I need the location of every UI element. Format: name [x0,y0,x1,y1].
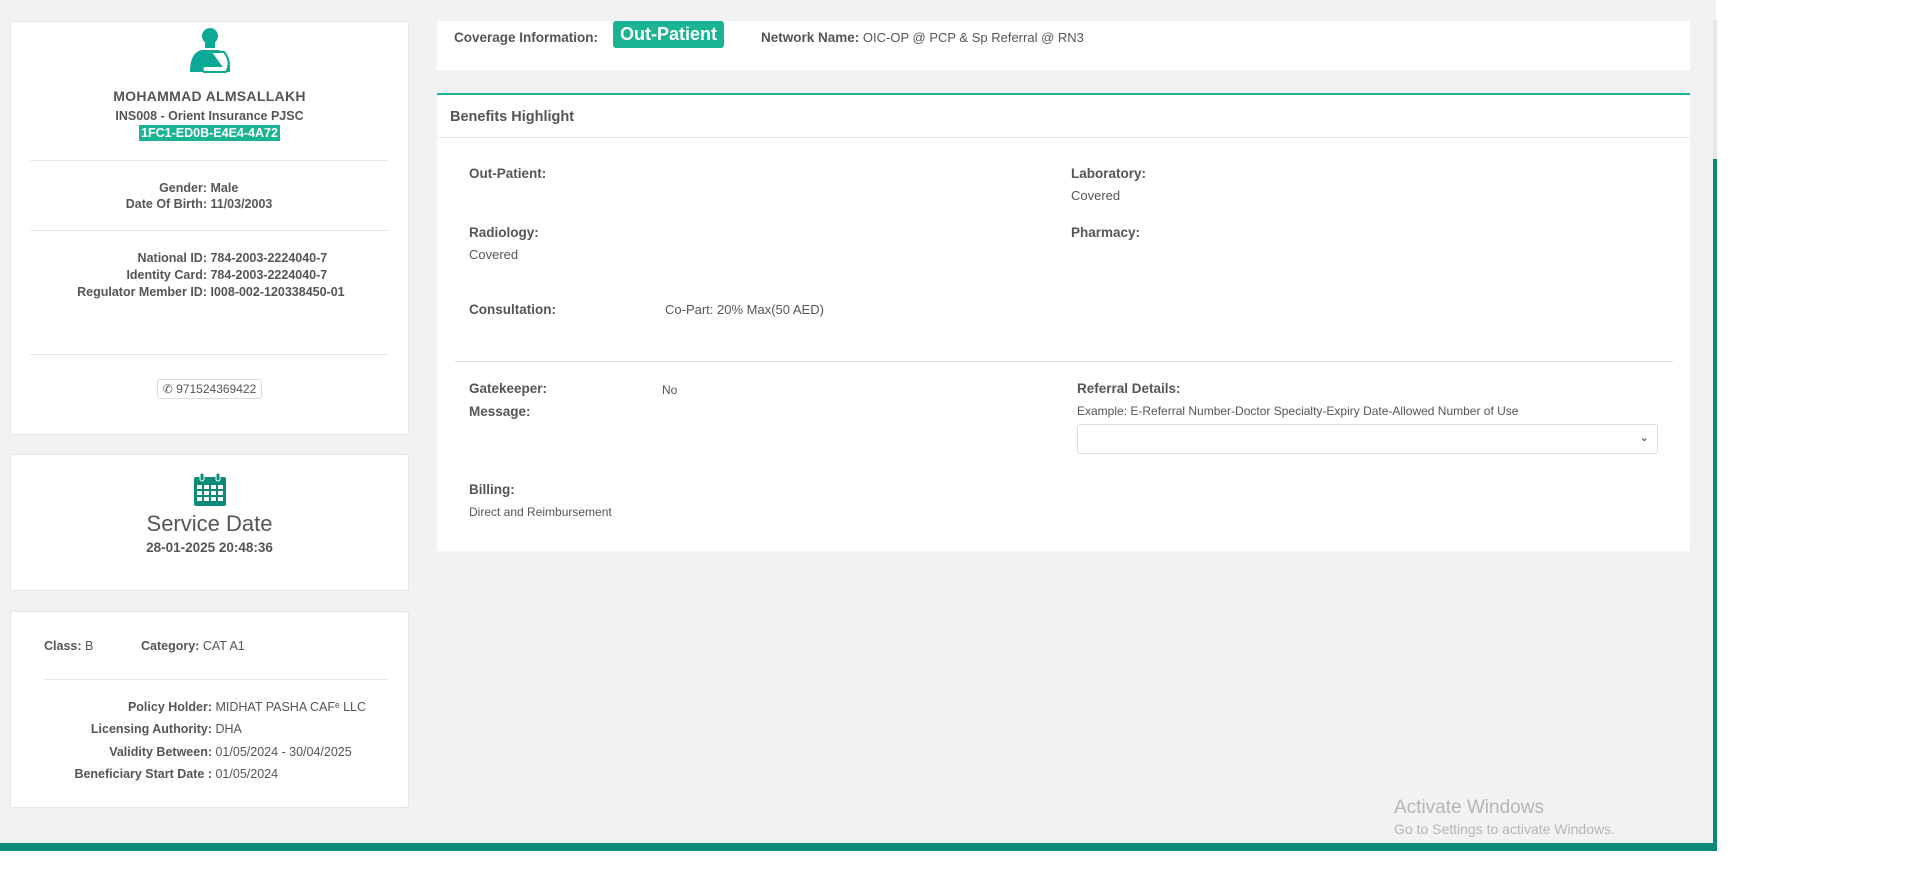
benefits-title: Benefits Highlight [450,109,575,125]
divider [437,137,1690,138]
class-label: Class: [44,639,82,653]
message-label: Message: [469,404,531,419]
radiology-value: Covered [469,247,519,262]
gatekeeper-value: No [662,383,678,397]
regulator-id-label: Regulator Member ID: [77,285,207,299]
consultation-value: Co-Part: 20% Max(50 AED) [665,302,824,317]
activate-windows-title: Activate Windows [1394,797,1544,818]
licensing-authority-label: Licensing Authority: [90,722,212,736]
national-id-value: 784-2003-2224040-7 [210,251,328,265]
dob-label: Date Of Birth: [125,197,207,211]
referral-select[interactable]: ⌄ [1077,424,1658,454]
gatekeeper-label: Gatekeeper: [469,381,548,396]
policy-card: Class: B Category: CAT A1 Policy Holder:… [10,611,409,808]
national-id-label: National ID: [137,251,207,265]
network-name-label: Network Name: [761,30,860,45]
referral-details-label: Referral Details: [1077,381,1181,396]
divider [30,354,389,355]
consultation-label: Consultation: [469,302,556,317]
billing-value: Direct and Reimbursement [469,505,612,519]
divider [43,679,389,680]
class-value: B [85,639,94,653]
divider [30,230,389,231]
coverage-type-badge: Out-Patient [613,21,724,48]
dob-value: 11/03/2003 [210,197,273,211]
beneficiary-start-label: Beneficiary Start Date : [74,767,212,781]
scrollbar-thumb[interactable] [1713,159,1717,851]
policy-holder-value: MIDHAT PASHA CAFᵉ LLC [215,700,366,714]
pharmacy-label: Pharmacy: [1071,225,1141,240]
category-label: Category: [141,639,200,653]
benefits-card: Benefits Highlight Out-Patient: Laborato… [437,93,1690,551]
category-value: CAT A1 [202,639,245,653]
divider [30,160,389,161]
patient-avatar-icon [186,26,236,79]
service-date-title: Service Date [146,511,273,536]
licensing-authority-value: DHA [215,722,242,736]
identity-card-label: Identity Card: [126,268,207,282]
laboratory-value: Covered [1071,188,1121,203]
phone-badge[interactable]: ✆ 971524369422 [156,379,263,399]
gender-label: Gender: [159,181,207,195]
activate-windows-subtitle: Go to Settings to activate Windows. [1394,821,1615,837]
insurer: INS008 - Orient Insurance PJSC [115,109,304,123]
gender-value: Male [210,181,239,195]
referral-example: Example: E-Referral Number-Doctor Specia… [1077,404,1519,418]
scrollbar-track[interactable] [1713,20,1717,159]
billing-label: Billing: [469,482,515,497]
laboratory-label: Laboratory: [1071,166,1147,181]
bottom-bar [0,843,1717,851]
network-name-value: OIC-OP @ PCP & Sp Referral @ RN3 [862,30,1084,45]
calendar-icon [193,472,227,510]
coverage-bar: Coverage Information: Out-Patient Networ… [437,21,1690,70]
member-card: MOHAMMAD ALMSALLAKH INS008 - Orient Insu… [10,21,409,435]
identity-card-value: 784-2003-2224040-7 [210,268,328,282]
member-name: MOHAMMAD ALMSALLAKH [113,88,306,104]
validity-label: Validity Between: [109,745,212,759]
chevron-down-icon: ⌄ [1639,432,1649,444]
card-id-badge: 1FC1-ED0B-E4E4-4A72 [139,125,280,141]
phone-icon: ✆ [162,382,173,396]
beneficiary-start-value: 01/05/2024 [215,767,279,781]
validity-value: 01/05/2024 - 30/04/2025 [215,745,352,759]
policy-holder-label: Policy Holder: [127,700,212,714]
service-date-card: Service Date 28-01-2025 20:48:36 [10,454,409,591]
outpatient-label: Out-Patient: [469,166,547,181]
divider [455,361,1673,362]
regulator-id-value: I008-002-120338450-01 [210,285,345,299]
service-datetime: 28-01-2025 20:48:36 [146,540,273,555]
radiology-label: Radiology: [469,225,539,240]
coverage-label: Coverage Information: [454,30,599,45]
phone-number: 971524369422 [176,382,257,396]
